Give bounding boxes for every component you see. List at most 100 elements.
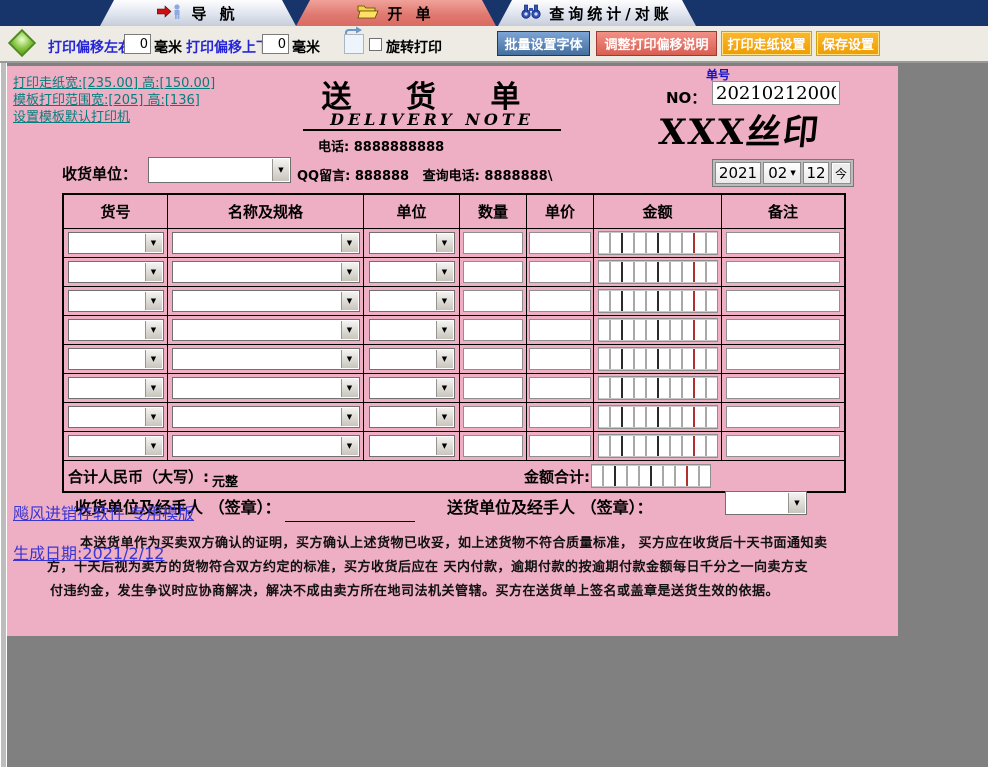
left-splitter[interactable]: [0, 63, 7, 767]
price-input[interactable]: [529, 406, 591, 428]
tab-create-order[interactable]: 开 单: [296, 0, 496, 26]
chevron-down-icon[interactable]: ▼: [341, 234, 358, 252]
chevron-down-icon[interactable]: ▼: [145, 292, 162, 310]
receiver-unit-combobox[interactable]: ▼: [148, 157, 291, 183]
offset-ud-input[interactable]: [262, 34, 289, 54]
unit-combobox[interactable]: ▼: [369, 232, 455, 254]
price-input[interactable]: [529, 348, 591, 370]
name-spec-combobox[interactable]: ▼: [172, 406, 360, 428]
unit-combobox[interactable]: ▼: [369, 290, 455, 312]
chevron-down-icon[interactable]: ▼: [436, 292, 453, 310]
item-no-combobox[interactable]: ▼: [68, 348, 164, 370]
chevron-down-icon[interactable]: ▼: [436, 379, 453, 397]
chevron-down-icon[interactable]: ▼: [341, 379, 358, 397]
date-year-field[interactable]: 2021: [715, 162, 761, 184]
chevron-down-icon[interactable]: ▼: [145, 437, 162, 455]
remark-input[interactable]: [726, 232, 840, 254]
name-spec-combobox[interactable]: ▼: [172, 377, 360, 399]
chevron-down-icon[interactable]: ▼: [790, 169, 795, 177]
item-no-combobox[interactable]: ▼: [68, 232, 164, 254]
tab-navigation[interactable]: 导 航: [100, 0, 296, 26]
amount-digit-segment: [671, 320, 683, 340]
chevron-down-icon[interactable]: ▼: [436, 321, 453, 339]
price-input[interactable]: [529, 261, 591, 283]
unit-combobox[interactable]: ▼: [369, 348, 455, 370]
qty-input[interactable]: [463, 348, 523, 370]
qty-input[interactable]: [463, 232, 523, 254]
set-default-printer-link[interactable]: 设置模板默认打印机: [13, 106, 130, 125]
paper-feed-settings-button[interactable]: 打印走纸设置: [721, 31, 812, 56]
item-no-combobox[interactable]: ▼: [68, 406, 164, 428]
chevron-down-icon[interactable]: ▼: [436, 234, 453, 252]
price-input[interactable]: [529, 435, 591, 457]
order-no-input[interactable]: [712, 81, 840, 105]
chevron-down-icon[interactable]: ▼: [436, 350, 453, 368]
today-button[interactable]: 今: [831, 162, 851, 184]
price-input[interactable]: [529, 377, 591, 399]
remark-input[interactable]: [726, 377, 840, 399]
item-no-combobox[interactable]: ▼: [68, 435, 164, 457]
chevron-down-icon[interactable]: ▼: [145, 350, 162, 368]
qty-input[interactable]: [463, 261, 523, 283]
chevron-down-icon[interactable]: ▼: [145, 321, 162, 339]
unit-combobox[interactable]: ▼: [369, 435, 455, 457]
chevron-down-icon[interactable]: ▼: [436, 263, 453, 281]
chevron-down-icon[interactable]: ▼: [341, 408, 358, 426]
item-no-combobox[interactable]: ▼: [68, 377, 164, 399]
unit-combobox[interactable]: ▼: [369, 377, 455, 399]
brand-link[interactable]: 飚风进销存软件 专用模版: [13, 500, 194, 524]
chevron-down-icon[interactable]: ▼: [145, 379, 162, 397]
date-month-field[interactable]: 02▼: [763, 162, 801, 184]
rotate-print-checkbox[interactable]: [369, 38, 382, 51]
name-spec-combobox[interactable]: ▼: [172, 435, 360, 457]
chevron-down-icon[interactable]: ▼: [788, 493, 805, 513]
chevron-down-icon[interactable]: ▼: [272, 159, 289, 181]
generated-date-link[interactable]: 生成日期:2021/2/12: [13, 540, 164, 564]
table-row: ▼ ▼ ▼: [64, 402, 844, 431]
unit-combobox[interactable]: ▼: [369, 261, 455, 283]
name-spec-combobox[interactable]: ▼: [172, 261, 360, 283]
price-input[interactable]: [529, 290, 591, 312]
unit-combobox[interactable]: ▼: [369, 319, 455, 341]
price-input[interactable]: [529, 232, 591, 254]
save-settings-button[interactable]: 保存设置: [816, 31, 880, 56]
batch-font-button[interactable]: 批量设置字体: [497, 31, 590, 56]
chevron-down-icon[interactable]: ▼: [341, 437, 358, 455]
chevron-down-icon[interactable]: ▼: [436, 408, 453, 426]
remark-input[interactable]: [726, 261, 840, 283]
chevron-down-icon[interactable]: ▼: [145, 263, 162, 281]
chevron-down-icon[interactable]: ▼: [341, 292, 358, 310]
amount-digit-segment: [683, 320, 695, 340]
name-spec-combobox[interactable]: ▼: [172, 319, 360, 341]
remark-input[interactable]: [726, 319, 840, 341]
offset-lr-input[interactable]: [124, 34, 151, 54]
remark-input[interactable]: [726, 435, 840, 457]
unit-combobox[interactable]: ▼: [369, 406, 455, 428]
name-spec-combobox[interactable]: ▼: [172, 348, 360, 370]
item-no-combobox[interactable]: ▼: [68, 290, 164, 312]
date-day-field[interactable]: 12: [803, 162, 829, 184]
name-spec-combobox[interactable]: ▼: [172, 290, 360, 312]
name-spec-combobox[interactable]: ▼: [172, 232, 360, 254]
qty-input[interactable]: [463, 377, 523, 399]
chevron-down-icon[interactable]: ▼: [145, 408, 162, 426]
qty-input[interactable]: [463, 435, 523, 457]
price-input[interactable]: [529, 319, 591, 341]
chevron-down-icon[interactable]: ▼: [145, 234, 162, 252]
adjust-offset-help-button[interactable]: 调整打印偏移说明: [596, 31, 717, 56]
remark-input[interactable]: [726, 406, 840, 428]
qty-input[interactable]: [463, 406, 523, 428]
remark-input[interactable]: [726, 348, 840, 370]
remark-input[interactable]: [726, 290, 840, 312]
chevron-down-icon[interactable]: ▼: [341, 263, 358, 281]
tab-query-stats[interactable]: 查询统计/对账: [498, 0, 696, 26]
qty-input[interactable]: [463, 319, 523, 341]
amount-digit-segment: [695, 407, 707, 427]
chevron-down-icon[interactable]: ▼: [341, 321, 358, 339]
item-no-combobox[interactable]: ▼: [68, 319, 164, 341]
qty-input[interactable]: [463, 290, 523, 312]
chevron-down-icon[interactable]: ▼: [436, 437, 453, 455]
item-no-combobox[interactable]: ▼: [68, 261, 164, 283]
chevron-down-icon[interactable]: ▼: [341, 350, 358, 368]
sender-signature-combobox[interactable]: ▼: [725, 491, 807, 515]
